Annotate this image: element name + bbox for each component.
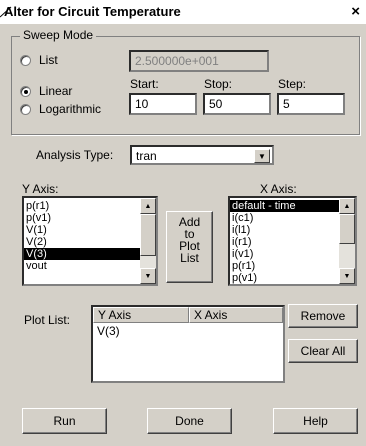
step-field[interactable]: 5 <box>277 93 345 115</box>
step-label: Step: <box>278 77 307 91</box>
list-item[interactable]: V(1) <box>24 224 156 236</box>
list-item[interactable]: p(r1) <box>230 260 355 272</box>
stop-label: Stop: <box>204 77 233 91</box>
x-axis-list[interactable]: default - time i(c1) i(l1) i(r1) i(v1) p… <box>228 196 357 286</box>
start-label: Start: <box>130 77 159 91</box>
list-item[interactable]: vout <box>24 260 156 272</box>
list-item-selected[interactable]: default - time <box>230 200 355 212</box>
table-row[interactable]: V(3) <box>97 324 120 338</box>
column-header-x-axis[interactable]: X Axis <box>189 307 283 323</box>
scroll-thumb[interactable] <box>140 214 156 256</box>
list-item[interactable]: i(v1) <box>230 248 355 260</box>
run-button[interactable]: Run <box>22 408 107 434</box>
title-bar: Alter for Circuit Temperature × <box>0 0 366 24</box>
list-radio-label: List <box>39 53 58 67</box>
done-button[interactable]: Done <box>147 408 232 434</box>
list-radio[interactable]: List <box>20 53 58 67</box>
y-axis-label: Y Axis: <box>22 182 59 196</box>
stop-field[interactable]: 50 <box>203 93 271 115</box>
scroll-down-icon[interactable]: ▼ <box>140 268 156 284</box>
scroll-up-icon[interactable]: ▲ <box>140 198 156 214</box>
scroll-thumb[interactable] <box>339 214 355 244</box>
table-cell-y: V(3) <box>97 324 120 338</box>
linear-radio-label: Linear <box>39 84 73 98</box>
linear-radio[interactable]: Linear <box>20 84 72 98</box>
radio-checked-icon[interactable] <box>20 85 31 97</box>
analysis-type-combo[interactable]: tran ▼ <box>130 145 274 165</box>
x-axis-label: X Axis: <box>260 182 297 196</box>
list-value-field[interactable]: 2.500000e+001 <box>129 50 269 72</box>
help-button[interactable]: Help <box>273 408 358 434</box>
list-item[interactable]: p(v1) <box>230 272 355 284</box>
plot-list-label: Plot List: <box>24 313 71 327</box>
dialog-window: Alter for Circuit Temperature × Sweep Mo… <box>0 0 366 446</box>
radio-unchecked-icon[interactable] <box>20 103 31 115</box>
sweep-mode-label: Sweep Mode <box>20 28 97 42</box>
analysis-type-value: tran <box>136 149 157 163</box>
plot-list-table[interactable]: Y Axis X Axis V(3) <box>91 305 285 383</box>
list-item[interactable]: i(l1) <box>230 224 355 236</box>
analysis-type-label: Analysis Type: <box>36 148 114 162</box>
y-axis-list[interactable]: p(r1) p(v1) V(1) V(2) V(3) vout ▲ ▼ <box>22 196 158 286</box>
scroll-down-icon[interactable]: ▼ <box>339 268 355 284</box>
window-title: Alter for Circuit Temperature <box>4 4 181 19</box>
dropdown-arrow-icon[interactable]: ▼ <box>254 149 270 163</box>
logarithmic-radio-label: Logarithmic <box>39 102 102 116</box>
add-to-plot-list-button[interactable]: Add to Plot List <box>166 211 213 283</box>
radio-unchecked-icon[interactable] <box>20 54 31 66</box>
start-field[interactable]: 10 <box>129 93 197 115</box>
logarithmic-radio[interactable]: Logarithmic <box>20 102 101 116</box>
list-item[interactable]: p(v1) <box>24 212 156 224</box>
list-item[interactable]: i(r1) <box>230 236 355 248</box>
add-button-line: List <box>180 251 199 265</box>
scroll-up-icon[interactable]: ▲ <box>339 198 355 214</box>
list-item[interactable]: p(r1) <box>24 200 156 212</box>
clear-all-button[interactable]: Clear All <box>288 339 358 363</box>
column-header-y-axis[interactable]: Y Axis <box>93 307 189 323</box>
list-item[interactable]: i(c1) <box>230 212 355 224</box>
close-icon[interactable]: × <box>351 3 360 20</box>
list-item[interactable]: V(2) <box>24 236 156 248</box>
x-axis-scrollbar[interactable]: ▲ ▼ <box>339 198 355 284</box>
remove-button[interactable]: Remove <box>288 304 358 328</box>
y-axis-scrollbar[interactable]: ▲ ▼ <box>140 198 156 284</box>
list-item-selected[interactable]: V(3) <box>24 248 156 260</box>
